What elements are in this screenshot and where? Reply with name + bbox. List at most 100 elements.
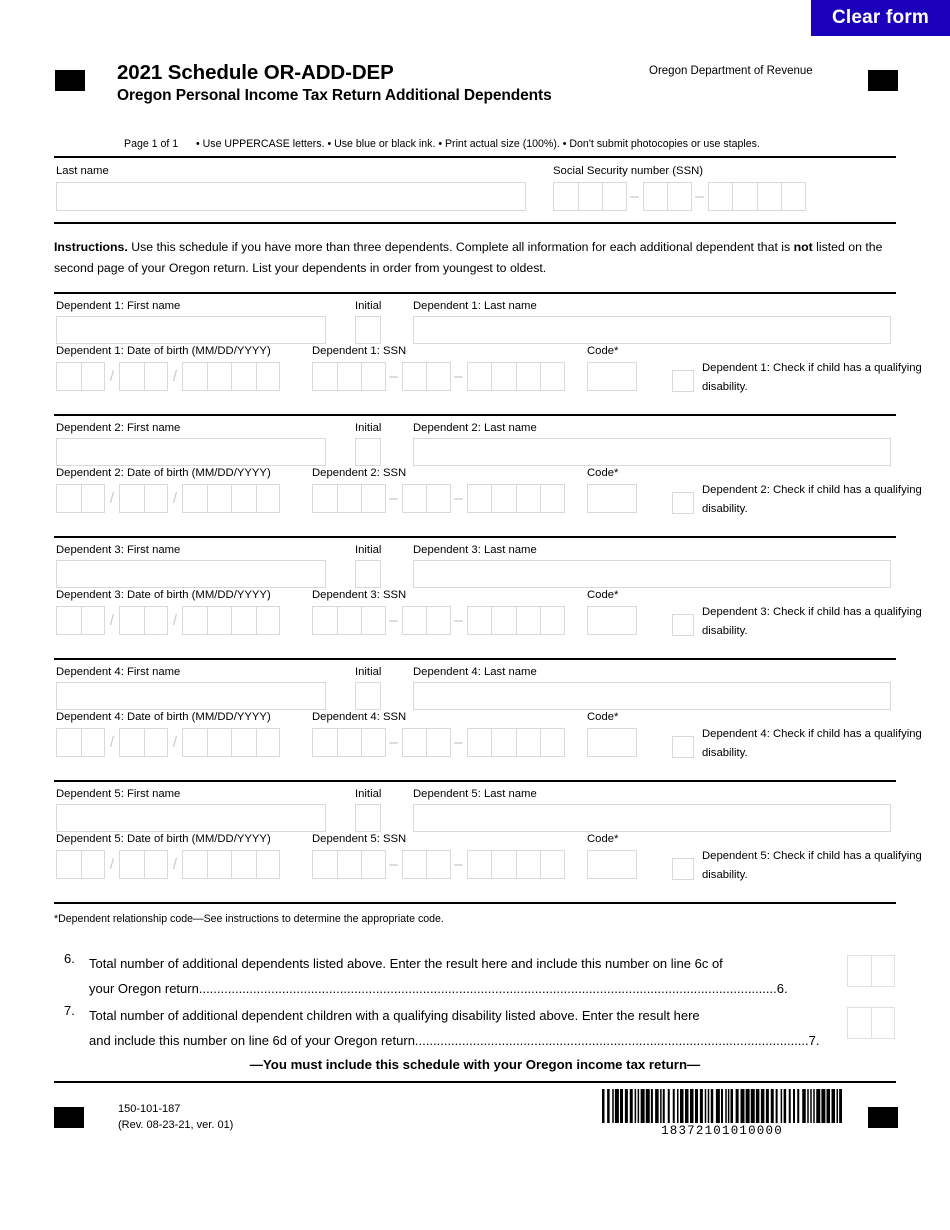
dob-year-cell-group[interactable]	[182, 850, 280, 879]
dependent-last-name-input[interactable]	[413, 560, 891, 588]
ssn-cell[interactable]	[756, 182, 781, 211]
dependent-code-input[interactable]	[587, 728, 637, 757]
dependent-ssn-cell[interactable]	[540, 362, 565, 391]
dob-day-cell[interactable]	[143, 850, 168, 879]
dependent-ssn-cell[interactable]	[361, 362, 386, 391]
dependent-ssn-cell[interactable]	[491, 850, 516, 879]
dependent-ssn-cell-group[interactable]	[312, 728, 386, 757]
dependent-ssn-cell[interactable]	[540, 606, 565, 635]
dependent-ssn-cell-group[interactable]	[401, 362, 451, 391]
line-answer-cell[interactable]	[847, 955, 871, 987]
dob-month-cell-group[interactable]	[56, 728, 105, 757]
ssn-cell[interactable]	[707, 182, 732, 211]
dependent-code-input[interactable]	[587, 362, 637, 391]
dob-month-cell[interactable]	[56, 850, 81, 879]
dependent-dob-input[interactable]: / /	[56, 606, 280, 635]
dob-year-cell[interactable]	[255, 850, 280, 879]
dob-month-cell[interactable]	[80, 362, 105, 391]
dependent-initial-input[interactable]	[355, 560, 381, 588]
dob-month-cell-group[interactable]	[56, 606, 105, 635]
dob-day-cell-group[interactable]	[119, 362, 168, 391]
dependent-ssn-cell[interactable]	[491, 484, 516, 513]
dependent-first-name-input[interactable]	[56, 316, 326, 344]
dependent-last-name-input[interactable]	[413, 438, 891, 466]
dob-day-cell-group[interactable]	[119, 728, 168, 757]
dependent-ssn-cell-group[interactable]	[401, 728, 451, 757]
dependent-ssn-cell[interactable]	[540, 484, 565, 513]
dob-month-cell[interactable]	[56, 728, 81, 757]
dob-year-cell-group[interactable]	[182, 606, 280, 635]
dependent-ssn-cell[interactable]	[466, 850, 491, 879]
last-name-input[interactable]	[56, 182, 526, 211]
dob-year-cell[interactable]	[231, 728, 256, 757]
dependent-ssn-cell[interactable]	[426, 606, 451, 635]
dob-year-cell[interactable]	[182, 728, 207, 757]
dependent-ssn-cell[interactable]	[491, 606, 516, 635]
dependent-ssn-cell-group[interactable]	[401, 484, 451, 513]
dob-year-cell[interactable]	[206, 606, 231, 635]
dob-year-cell-group[interactable]	[182, 484, 280, 513]
dependent-dob-input[interactable]: / /	[56, 728, 280, 757]
dependent-ssn-cell[interactable]	[401, 484, 426, 513]
dependent-ssn-cell[interactable]	[515, 606, 540, 635]
dependent-ssn-cell[interactable]	[361, 484, 386, 513]
dependent-ssn-cell[interactable]	[491, 728, 516, 757]
dob-day-cell-group[interactable]	[119, 484, 168, 513]
line-answer-input[interactable]	[847, 955, 895, 987]
dob-month-cell-group[interactable]	[56, 362, 105, 391]
dependent-ssn-cell[interactable]	[336, 606, 361, 635]
dependent-initial-input[interactable]	[355, 804, 381, 832]
dob-year-cell[interactable]	[206, 484, 231, 513]
dependent-disability-checkbox[interactable]	[672, 858, 694, 880]
dob-day-cell[interactable]	[119, 484, 144, 513]
dependent-last-name-input[interactable]	[413, 682, 891, 710]
dob-year-cell[interactable]	[182, 484, 207, 513]
dob-year-cell[interactable]	[206, 362, 231, 391]
dob-month-cell[interactable]	[80, 728, 105, 757]
dob-month-cell-group[interactable]	[56, 484, 105, 513]
dob-month-cell[interactable]	[56, 484, 81, 513]
dependent-dob-input[interactable]: / /	[56, 362, 280, 391]
dob-month-cell[interactable]	[80, 850, 105, 879]
dependent-ssn-input[interactable]: – –	[312, 850, 565, 879]
dob-day-cell[interactable]	[143, 362, 168, 391]
dependent-ssn-cell[interactable]	[515, 484, 540, 513]
dependent-dob-input[interactable]: / /	[56, 850, 280, 879]
ssn-cell[interactable]	[781, 182, 806, 211]
dependent-ssn-cell[interactable]	[466, 484, 491, 513]
dependent-ssn-cell[interactable]	[312, 606, 337, 635]
dependent-initial-input[interactable]	[355, 438, 381, 466]
ssn-cell[interactable]	[642, 182, 667, 211]
dependent-ssn-cell[interactable]	[361, 850, 386, 879]
dependent-first-name-input[interactable]	[56, 438, 326, 466]
dependent-ssn-cell[interactable]	[361, 728, 386, 757]
dependent-ssn-cell[interactable]	[336, 728, 361, 757]
dependent-first-name-input[interactable]	[56, 560, 326, 588]
dependent-initial-input[interactable]	[355, 316, 381, 344]
dependent-disability-checkbox[interactable]	[672, 370, 694, 392]
dependent-disability-checkbox[interactable]	[672, 614, 694, 636]
dependent-ssn-cell-group[interactable]	[312, 606, 386, 635]
dependent-ssn-cell-group[interactable]	[401, 606, 451, 635]
dependent-ssn-cell[interactable]	[312, 362, 337, 391]
dependent-ssn-cell[interactable]	[336, 362, 361, 391]
dob-day-cell[interactable]	[119, 728, 144, 757]
dependent-ssn-cell-group[interactable]	[312, 484, 386, 513]
dob-year-cell-group[interactable]	[182, 362, 280, 391]
dependent-ssn-cell-group[interactable]	[466, 484, 565, 513]
dob-year-cell[interactable]	[255, 484, 280, 513]
dependent-ssn-cell[interactable]	[401, 728, 426, 757]
line-answer-input[interactable]	[847, 1007, 895, 1039]
line-answer-cell[interactable]	[871, 955, 895, 987]
dependent-ssn-cell-group[interactable]	[312, 362, 386, 391]
dependent-code-input[interactable]	[587, 484, 637, 513]
dob-day-cell[interactable]	[143, 484, 168, 513]
dob-year-cell[interactable]	[182, 362, 207, 391]
dependent-last-name-input[interactable]	[413, 804, 891, 832]
dob-month-cell[interactable]	[56, 606, 81, 635]
line-answer-cell[interactable]	[847, 1007, 871, 1039]
dob-year-cell[interactable]	[206, 728, 231, 757]
ssn-input[interactable]: – –	[553, 182, 806, 211]
dob-year-cell[interactable]	[231, 362, 256, 391]
dependent-disability-checkbox[interactable]	[672, 736, 694, 758]
